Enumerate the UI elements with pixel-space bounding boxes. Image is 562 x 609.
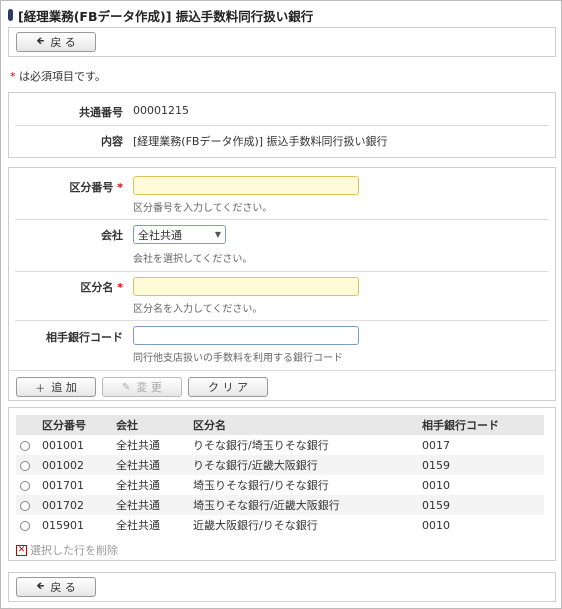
clear-button-label: ク リ ア	[208, 381, 248, 394]
arrow-left-icon: 🡸	[36, 580, 45, 592]
table-header: 区分番号	[38, 415, 112, 435]
table-cell: 001701	[42, 478, 84, 492]
table-cell: りそな銀行/埼玉りそな銀行	[193, 439, 329, 452]
table-cell: 001001	[42, 438, 84, 452]
company-hint: 会社を選択してください。	[133, 254, 253, 265]
table-cell: 0017	[422, 438, 450, 452]
table-cell: 015901	[42, 518, 84, 532]
delete-selected-link[interactable]: ✕ 選択した行を削除	[16, 542, 118, 558]
plus-icon: ＋	[35, 383, 46, 395]
table-cell: 全社共通	[112, 495, 189, 515]
partner-bank-hint: 同行他支店扱いの手数料を利用する銀行コード	[133, 353, 343, 364]
table-header: 会社	[112, 415, 189, 435]
required-star: *	[10, 70, 16, 83]
table-row[interactable]: 015901 全社共通 近畿大阪銀行/りそな銀行 0010	[16, 515, 544, 535]
table-cell: 001002	[38, 455, 112, 475]
table-cell: 0159	[418, 455, 544, 475]
company-select-value: 全社共通	[138, 228, 182, 242]
company-label: 会社	[101, 229, 123, 242]
divider	[15, 219, 549, 220]
table-cell: 001702	[38, 495, 112, 515]
common-number-label: 共通番号	[79, 106, 123, 119]
table-header: 区分名	[189, 415, 418, 435]
row-select-cell	[16, 435, 38, 455]
row-radio[interactable]	[20, 500, 30, 511]
table-cell: 0159	[418, 495, 544, 515]
table-cell: 埼玉りそな銀行/近畿大阪銀行	[189, 495, 418, 515]
table-row[interactable]: 001701 全社共通 埼玉りそな銀行/りそな銀行 0010	[16, 475, 544, 495]
row-radio[interactable]	[20, 460, 30, 471]
table-row[interactable]: 001002 全社共通 りそな銀行/近畿大阪銀行 0159	[16, 455, 544, 475]
table-cell: 0010	[422, 518, 450, 532]
change-button[interactable]: ✎ 変 更	[102, 377, 182, 397]
page-header: [経理業務(FBデータ作成)] 振込手数料同行扱い銀行	[8, 6, 548, 24]
partner-bank-label: 相手銀行コード	[46, 331, 123, 344]
window-frame: [経理業務(FBデータ作成)] 振込手数料同行扱い銀行 🡸 戻 る * は必須項…	[0, 0, 562, 609]
required-star: *	[117, 181, 123, 194]
back-button-label: 戻 る	[50, 36, 76, 49]
change-button-label: 変 更	[136, 381, 162, 394]
required-star: *	[117, 281, 123, 294]
table-cell: 全社共通	[116, 479, 160, 492]
table-header-select	[16, 415, 38, 435]
arrow-left-icon: 🡸	[36, 35, 45, 47]
top-button-panel: 🡸 戻 る	[8, 27, 556, 57]
category-number-hint: 区分番号を入力してください。	[133, 203, 273, 214]
row-select-cell	[16, 515, 38, 535]
partner-bank-input[interactable]	[133, 326, 359, 345]
table-cell: 全社共通	[116, 439, 160, 452]
table-row[interactable]: 001001 全社共通 りそな銀行/埼玉りそな銀行 0017	[16, 435, 544, 455]
form-panel: 区分番号 * 区分番号を入力してください。 会社 全社共通 ▼ 会社を選択してく…	[8, 167, 556, 401]
table-cell: 全社共通	[116, 519, 160, 532]
table-cell: りそな銀行/近畿大阪銀行	[189, 455, 418, 475]
bottom-button-panel: 🡸 戻 る	[8, 572, 556, 602]
content-value: [経理業務(FBデータ作成)] 振込手数料同行扱い銀行	[133, 135, 388, 148]
back-button-top[interactable]: 🡸 戻 る	[16, 32, 96, 52]
back-button-label: 戻 る	[50, 581, 76, 594]
delete-x-icon: ✕	[16, 544, 27, 556]
row-select-cell	[16, 455, 38, 475]
page-title: [経理業務(FBデータ作成)] 振込手数料同行扱い銀行	[18, 8, 314, 24]
table-row[interactable]: 001702 全社共通 埼玉りそな銀行/近畿大阪銀行 0159	[16, 495, 544, 515]
divider	[9, 370, 555, 371]
row-radio[interactable]	[20, 440, 30, 451]
table-cell: 近畿大阪銀行/りそな銀行	[193, 519, 318, 532]
row-select-cell	[16, 495, 38, 515]
required-note-text: は必須項目です。	[19, 70, 106, 83]
back-button-bottom[interactable]: 🡸 戻 る	[16, 577, 96, 597]
table-cell: 全社共通	[112, 455, 189, 475]
content-label: 内容	[101, 135, 123, 148]
company-select[interactable]: 全社共通 ▼	[133, 225, 226, 244]
delete-selected-label: 選択した行を削除	[30, 544, 118, 557]
category-name-label: 区分名 *	[80, 281, 123, 294]
row-select-cell	[16, 475, 38, 495]
table-header: 相手銀行コード	[418, 415, 544, 435]
clear-button[interactable]: ク リ ア	[188, 377, 268, 397]
add-button-label: 追 加	[51, 381, 77, 394]
divider	[15, 271, 549, 272]
row-radio[interactable]	[20, 520, 30, 531]
table-header-row: 区分番号 会社 区分名 相手銀行コード	[16, 415, 544, 435]
divider	[15, 320, 549, 321]
category-table: 区分番号 会社 区分名 相手銀行コード 001001 全社共通 りそな銀行/埼玉…	[16, 415, 544, 535]
table-cell: 埼玉りそな銀行/りそな銀行	[193, 479, 329, 492]
info-panel: 共通番号 00001215 内容 [経理業務(FBデータ作成)] 振込手数料同行…	[8, 92, 556, 158]
pencil-icon: ✎	[122, 381, 131, 393]
chevron-down-icon: ▼	[214, 230, 221, 239]
category-name-input[interactable]	[133, 277, 359, 296]
divider	[15, 125, 549, 126]
common-number-value: 00001215	[133, 104, 189, 117]
category-number-input[interactable]	[133, 176, 359, 195]
row-radio[interactable]	[20, 480, 30, 491]
required-note: * は必須項目です。	[10, 68, 106, 84]
add-button[interactable]: ＋ 追 加	[16, 377, 96, 397]
category-name-hint: 区分名を入力してください。	[133, 304, 263, 315]
category-number-label: 区分番号 *	[69, 181, 123, 194]
table-cell: 0010	[422, 478, 450, 492]
title-marker-icon	[8, 9, 13, 21]
